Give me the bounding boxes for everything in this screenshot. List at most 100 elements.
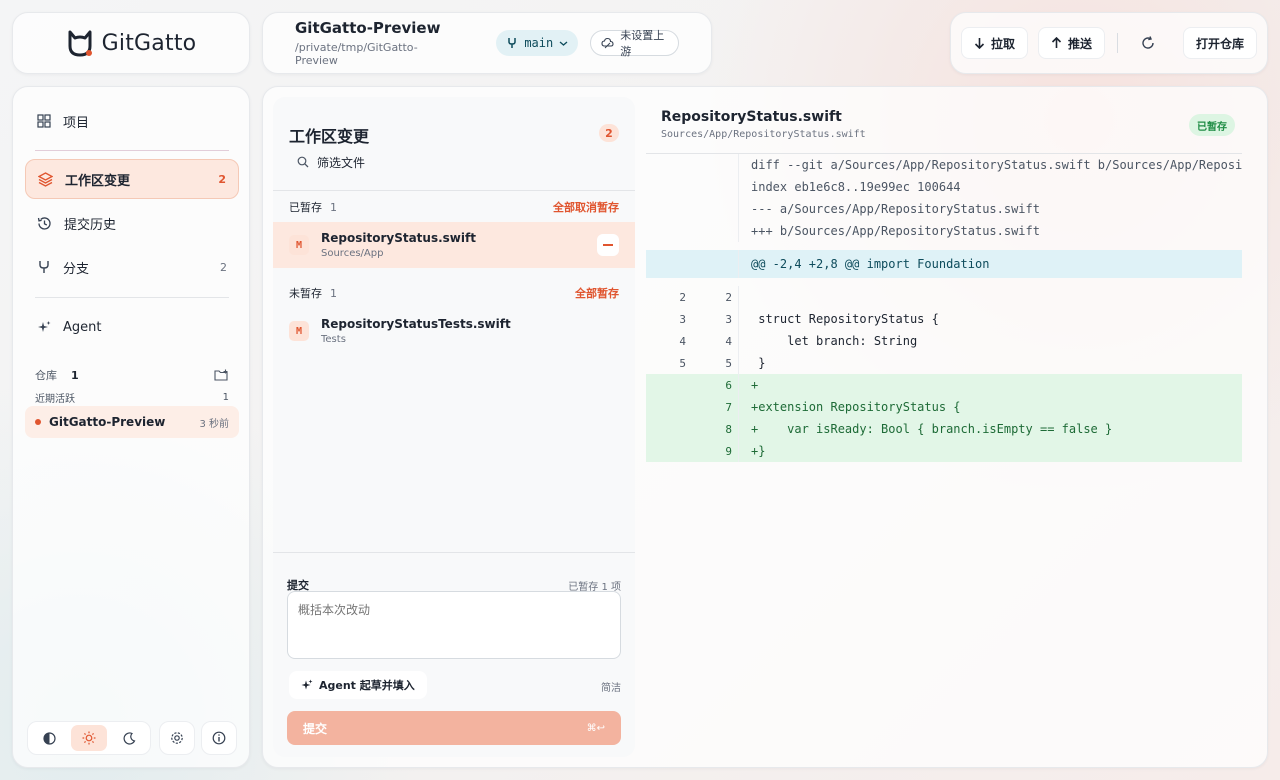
stage-all-button[interactable]: 全部暂存 [575,285,619,301]
toolbar-divider [1117,33,1119,53]
app-logo: GitGatto [12,12,250,74]
recent-label: 近期活跃 [35,394,75,405]
branch-name: main [524,36,554,50]
diff-line: 9 +} [646,440,1242,462]
open-repo-button[interactable]: 打开仓库 [1182,27,1257,59]
diff-view: diff --git a/Sources/App/RepositoryStatu… [646,153,1242,755]
diff-code: + [738,374,1242,396]
toolbar: 拉取 推送 打开仓库 [950,12,1268,74]
sidebar-item-count: 2 [218,172,226,186]
old-line-number: 4 [679,334,686,348]
changes-title: 工作区变更 [289,127,370,146]
repo-name: GitGatto-Preview [295,19,441,37]
history-icon [37,216,52,231]
about-button[interactable] [201,721,237,755]
sun-icon [82,731,96,745]
sidebar-item-branches[interactable]: 分支 2 [25,247,239,287]
commit-button-label: 提交 [303,721,328,736]
diff-code: +++ b/Sources/App/RepositoryStatus.swift [738,220,1242,242]
unstaged-file-row[interactable]: M RepositoryStatusTests.swift Tests [273,308,635,354]
sidebar-item-working-changes[interactable]: 工作区变更 2 [25,159,239,199]
recent-header: 近期活跃 1 [35,390,229,405]
file-info: RepositoryStatusTests.swift Tests [321,317,511,345]
diff-header: RepositoryStatus.swift Sources/App/Repos… [661,109,866,140]
pane-divider [273,190,635,191]
diff-line: 7 +extension RepositoryStatus { [646,396,1242,418]
diff-line: 6 + [646,374,1242,396]
diff-file-name: RepositoryStatus.swift [661,109,842,125]
old-line-number: 5 [679,356,686,370]
moon-icon [123,731,136,745]
pane-divider [273,552,635,553]
commit-style-toggle[interactable]: 简洁 [601,679,621,694]
repo-header: GitGatto-Preview /private/tmp/GitGatto-P… [262,12,712,74]
layers-icon [38,171,53,187]
filter-field[interactable]: 筛选文件 [289,149,619,175]
add-folder-icon[interactable] [214,369,229,381]
diff-code: +} [738,440,1242,462]
unstage-file-button[interactable] [597,234,619,256]
staged-status-badge: 已暂存 [1189,114,1235,136]
changes-count-badge: 2 [599,124,619,142]
theme-auto-button[interactable] [31,725,67,751]
old-line-number: 2 [679,290,686,304]
diff-code: index eb1e6c8..19e99ec 100644 [738,176,1242,198]
diff-line: +++ b/Sources/App/RepositoryStatus.swift [646,220,1242,242]
file-dir: Tests [321,334,346,345]
diff-code: @@ -2,4 +2,8 @@ import Foundation [738,250,1242,278]
modified-badge: M [289,235,309,255]
upstream-status-button[interactable]: 未设置上游 [590,29,679,58]
commit-button[interactable]: 提交 ⌘↩ [287,711,621,745]
active-repo-dot [35,419,41,425]
settings-button[interactable] [159,721,195,755]
diff-code: struct RepositoryStatus { [738,308,1242,330]
filter-input[interactable]: 筛选文件 [317,154,365,171]
sidebar-item-agent[interactable]: Agent [25,307,239,347]
sidebar-item-projects[interactable]: 项目 [25,101,239,141]
new-line-number: 4 [725,334,732,348]
commit-shortcut: ⌘↩ [586,722,605,734]
branch-icon [506,37,518,49]
app-name: GitGatto [101,30,197,56]
sidebar: 项目 工作区变更 2 提交历史 分支 2 Agent 仓库 1 近期活跃 1 G… [12,86,250,768]
diff-line: 3 3 struct RepositoryStatus { [646,308,1242,330]
unstage-all-button[interactable]: 全部取消暂存 [553,199,619,215]
recent-repo-item[interactable]: GitGatto-Preview 3 秒前 [25,406,239,438]
diff-code: +extension RepositoryStatus { [738,396,1242,418]
staged-file-row[interactable]: M RepositoryStatus.swift Sources/App [273,222,635,268]
agent-draft-button[interactable]: Agent 起草并填入 [289,671,427,699]
info-icon [212,731,226,745]
new-line-number: 7 [725,400,732,414]
refresh-button[interactable] [1130,27,1166,59]
sidebar-item-label: 项目 [63,115,90,131]
sidebar-item-history[interactable]: 提交历史 [25,203,239,243]
push-button[interactable]: 推送 [1038,27,1106,59]
open-repo-label: 打开仓库 [1195,36,1244,51]
unstaged-section-header: 未暂存 1 全部暂存 [289,285,619,301]
theme-light-button[interactable] [71,725,107,751]
diff-line: @@ -2,4 +2,8 @@ import Foundation [646,250,1242,278]
diff-code: diff --git a/Sources/App/RepositoryStatu… [738,154,1242,176]
diff-code [738,286,1242,308]
pull-button[interactable]: 拉取 [961,27,1029,59]
gear-icon [170,731,184,745]
sidebar-divider [35,297,229,298]
diff-file-path: Sources/App/RepositoryStatus.swift [661,129,866,140]
staged-section-header: 已暂存 1 全部取消暂存 [289,199,619,215]
changes-pane: 工作区变更 2 筛选文件 已暂存 1 全部取消暂存 M RepositorySt… [273,97,635,757]
new-line-number: 5 [725,356,732,370]
arrow-down-icon [974,37,985,49]
branch-selector[interactable]: main [496,30,579,56]
commit-message-input[interactable] [287,591,621,659]
sidebar-item-label: 工作区变更 [65,173,131,189]
repo-info: GitGatto-Preview /private/tmp/GitGatto-P… [295,19,444,67]
theme-dark-button[interactable] [111,725,147,751]
file-name: RepositoryStatusTests.swift [321,317,511,331]
sparkle-icon [37,320,51,334]
old-line-number: 3 [679,312,686,326]
upstream-label: 未设置上游 [620,29,665,58]
diff-code: + var isReady: Bool { branch.isEmpty == … [738,418,1242,440]
refresh-icon [1141,36,1155,50]
diff-line: 4 4 let branch: String [646,330,1242,352]
file-dir: Sources/App [321,248,384,259]
